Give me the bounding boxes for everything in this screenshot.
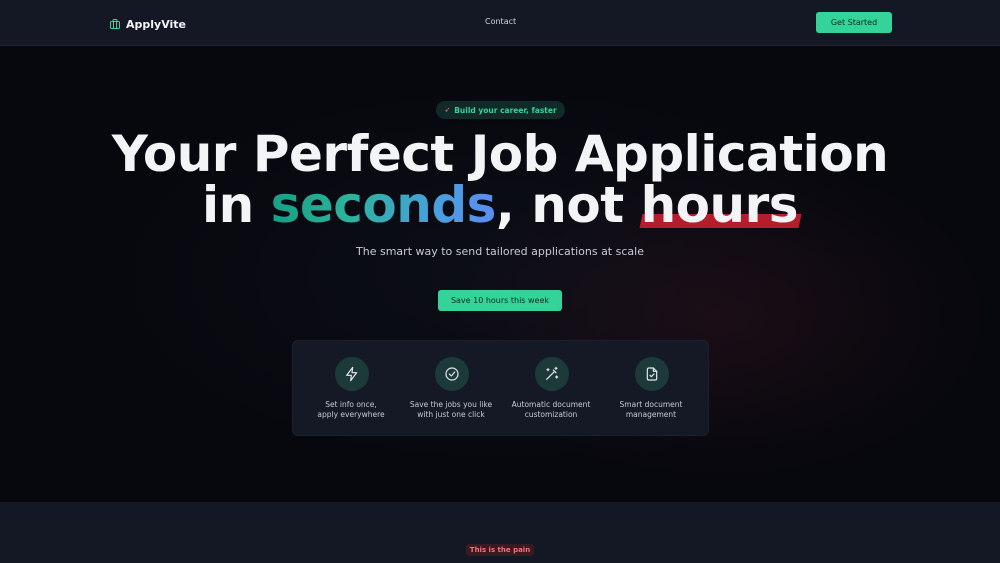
headline-line-1: Your Perfect Job Application [111,125,889,183]
hero-section: ➶ Build your career, faster Your Perfect… [0,46,1000,502]
page: ApplyVite Contact Get Started ➶ Build yo… [0,0,1000,563]
magic-wand-icon [535,357,569,391]
document-check-icon [635,357,669,391]
feature-label-line: apply everywhere [317,410,385,419]
feature-label: Automatic document customization [499,400,603,420]
lightning-icon [335,357,369,391]
hero-badge: ➶ Build your career, faster [436,101,565,119]
headline-hours-highlight: hours [639,180,802,231]
brand-logo[interactable]: ApplyVite [109,15,186,34]
feature-label-line: with just one click [417,410,485,419]
check-circle-icon [435,357,469,391]
feature-item-save-jobs: Save the jobs you like with just one cli… [399,341,503,437]
hero-headline: Your Perfect Job Application in seconds,… [0,129,1000,231]
feature-label-line: Smart document [619,400,683,409]
features-panel: Set info once, apply everywhere Save the… [292,340,709,436]
hero-subtitle: The smart way to send tailored applicati… [356,245,644,258]
headline-hours: hours [640,176,799,234]
feature-item-management: Smart document management [599,341,703,437]
pain-section: This is the pain [0,502,1000,563]
hero-badge-label: Build your career, faster [454,105,557,115]
feature-label: Save the jobs you like with just one cli… [399,400,503,420]
headline-not: , not [495,176,624,234]
feature-item-set-info: Set info once, apply everywhere [299,341,403,437]
feature-label-line: customization [524,410,578,419]
briefcase-icon [109,15,121,34]
feature-label-line: Save the jobs you like [409,400,493,409]
feature-label-line: management [625,410,677,419]
feature-label-line: Automatic document [511,400,591,409]
headline-seconds: seconds [270,176,497,234]
get-started-button[interactable]: Get Started [816,12,892,33]
save-hours-button[interactable]: Save 10 hours this week [438,290,562,311]
feature-label-line: Set info once, [325,400,377,409]
pain-badge: This is the pain [466,544,534,556]
feature-label: Set info once, apply everywhere [299,400,403,420]
feature-label: Smart document management [599,400,703,420]
brand-name: ApplyVite [126,18,187,31]
headline-in: in [201,176,254,234]
nav-link-contact[interactable]: Contact [485,17,516,26]
top-nav: ApplyVite Contact Get Started [0,0,1000,46]
rocket-icon: ➶ [444,106,451,114]
feature-item-customization: Automatic document customization [499,341,603,437]
